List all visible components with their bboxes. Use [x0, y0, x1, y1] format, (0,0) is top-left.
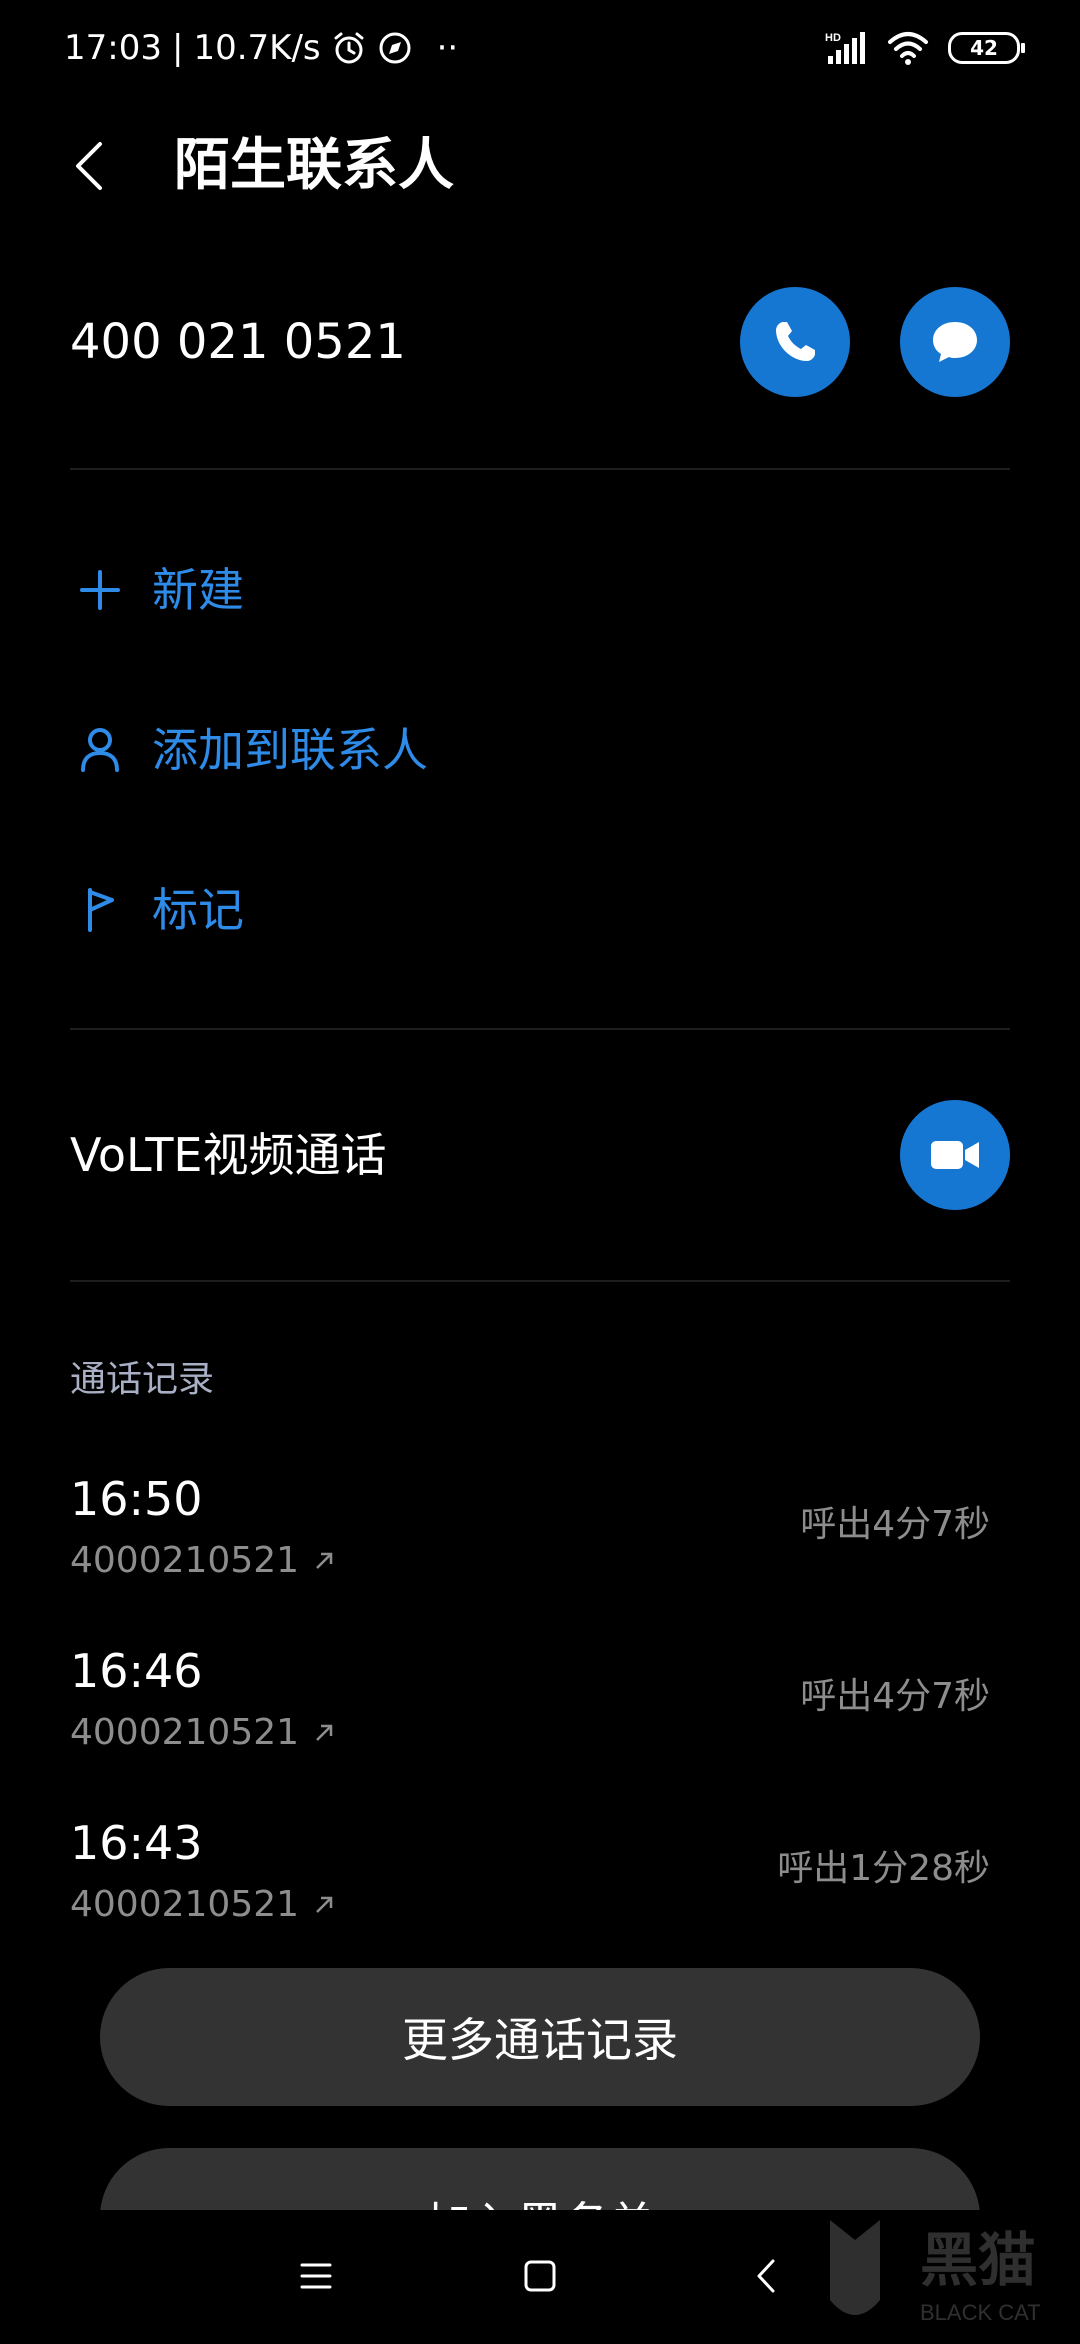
home-square-icon	[524, 2260, 556, 2292]
more-call-history-button[interactable]: 更多通话记录	[100, 1968, 980, 2106]
watermark: 黑猫 BLACK CAT	[810, 2210, 1080, 2340]
navigation-bar: 黑猫 BLACK CAT	[0, 2210, 1080, 2340]
content-clip: 更多通话记录 加入黑名单	[0, 0, 1080, 2210]
chevron-left-icon	[757, 2259, 775, 2293]
menu-icon	[300, 2263, 332, 2289]
block-number-button[interactable]: 加入黑名单	[100, 2148, 980, 2210]
nav-back-button[interactable]	[726, 2236, 806, 2316]
nav-home-button[interactable]	[500, 2236, 580, 2316]
watermark-subtext: BLACK CAT	[920, 2300, 1041, 2325]
cat-logo-icon: 黑猫 BLACK CAT	[830, 2220, 1041, 2325]
watermark-text: 黑猫	[920, 2228, 1036, 2293]
nav-menu-button[interactable]	[276, 2236, 356, 2316]
